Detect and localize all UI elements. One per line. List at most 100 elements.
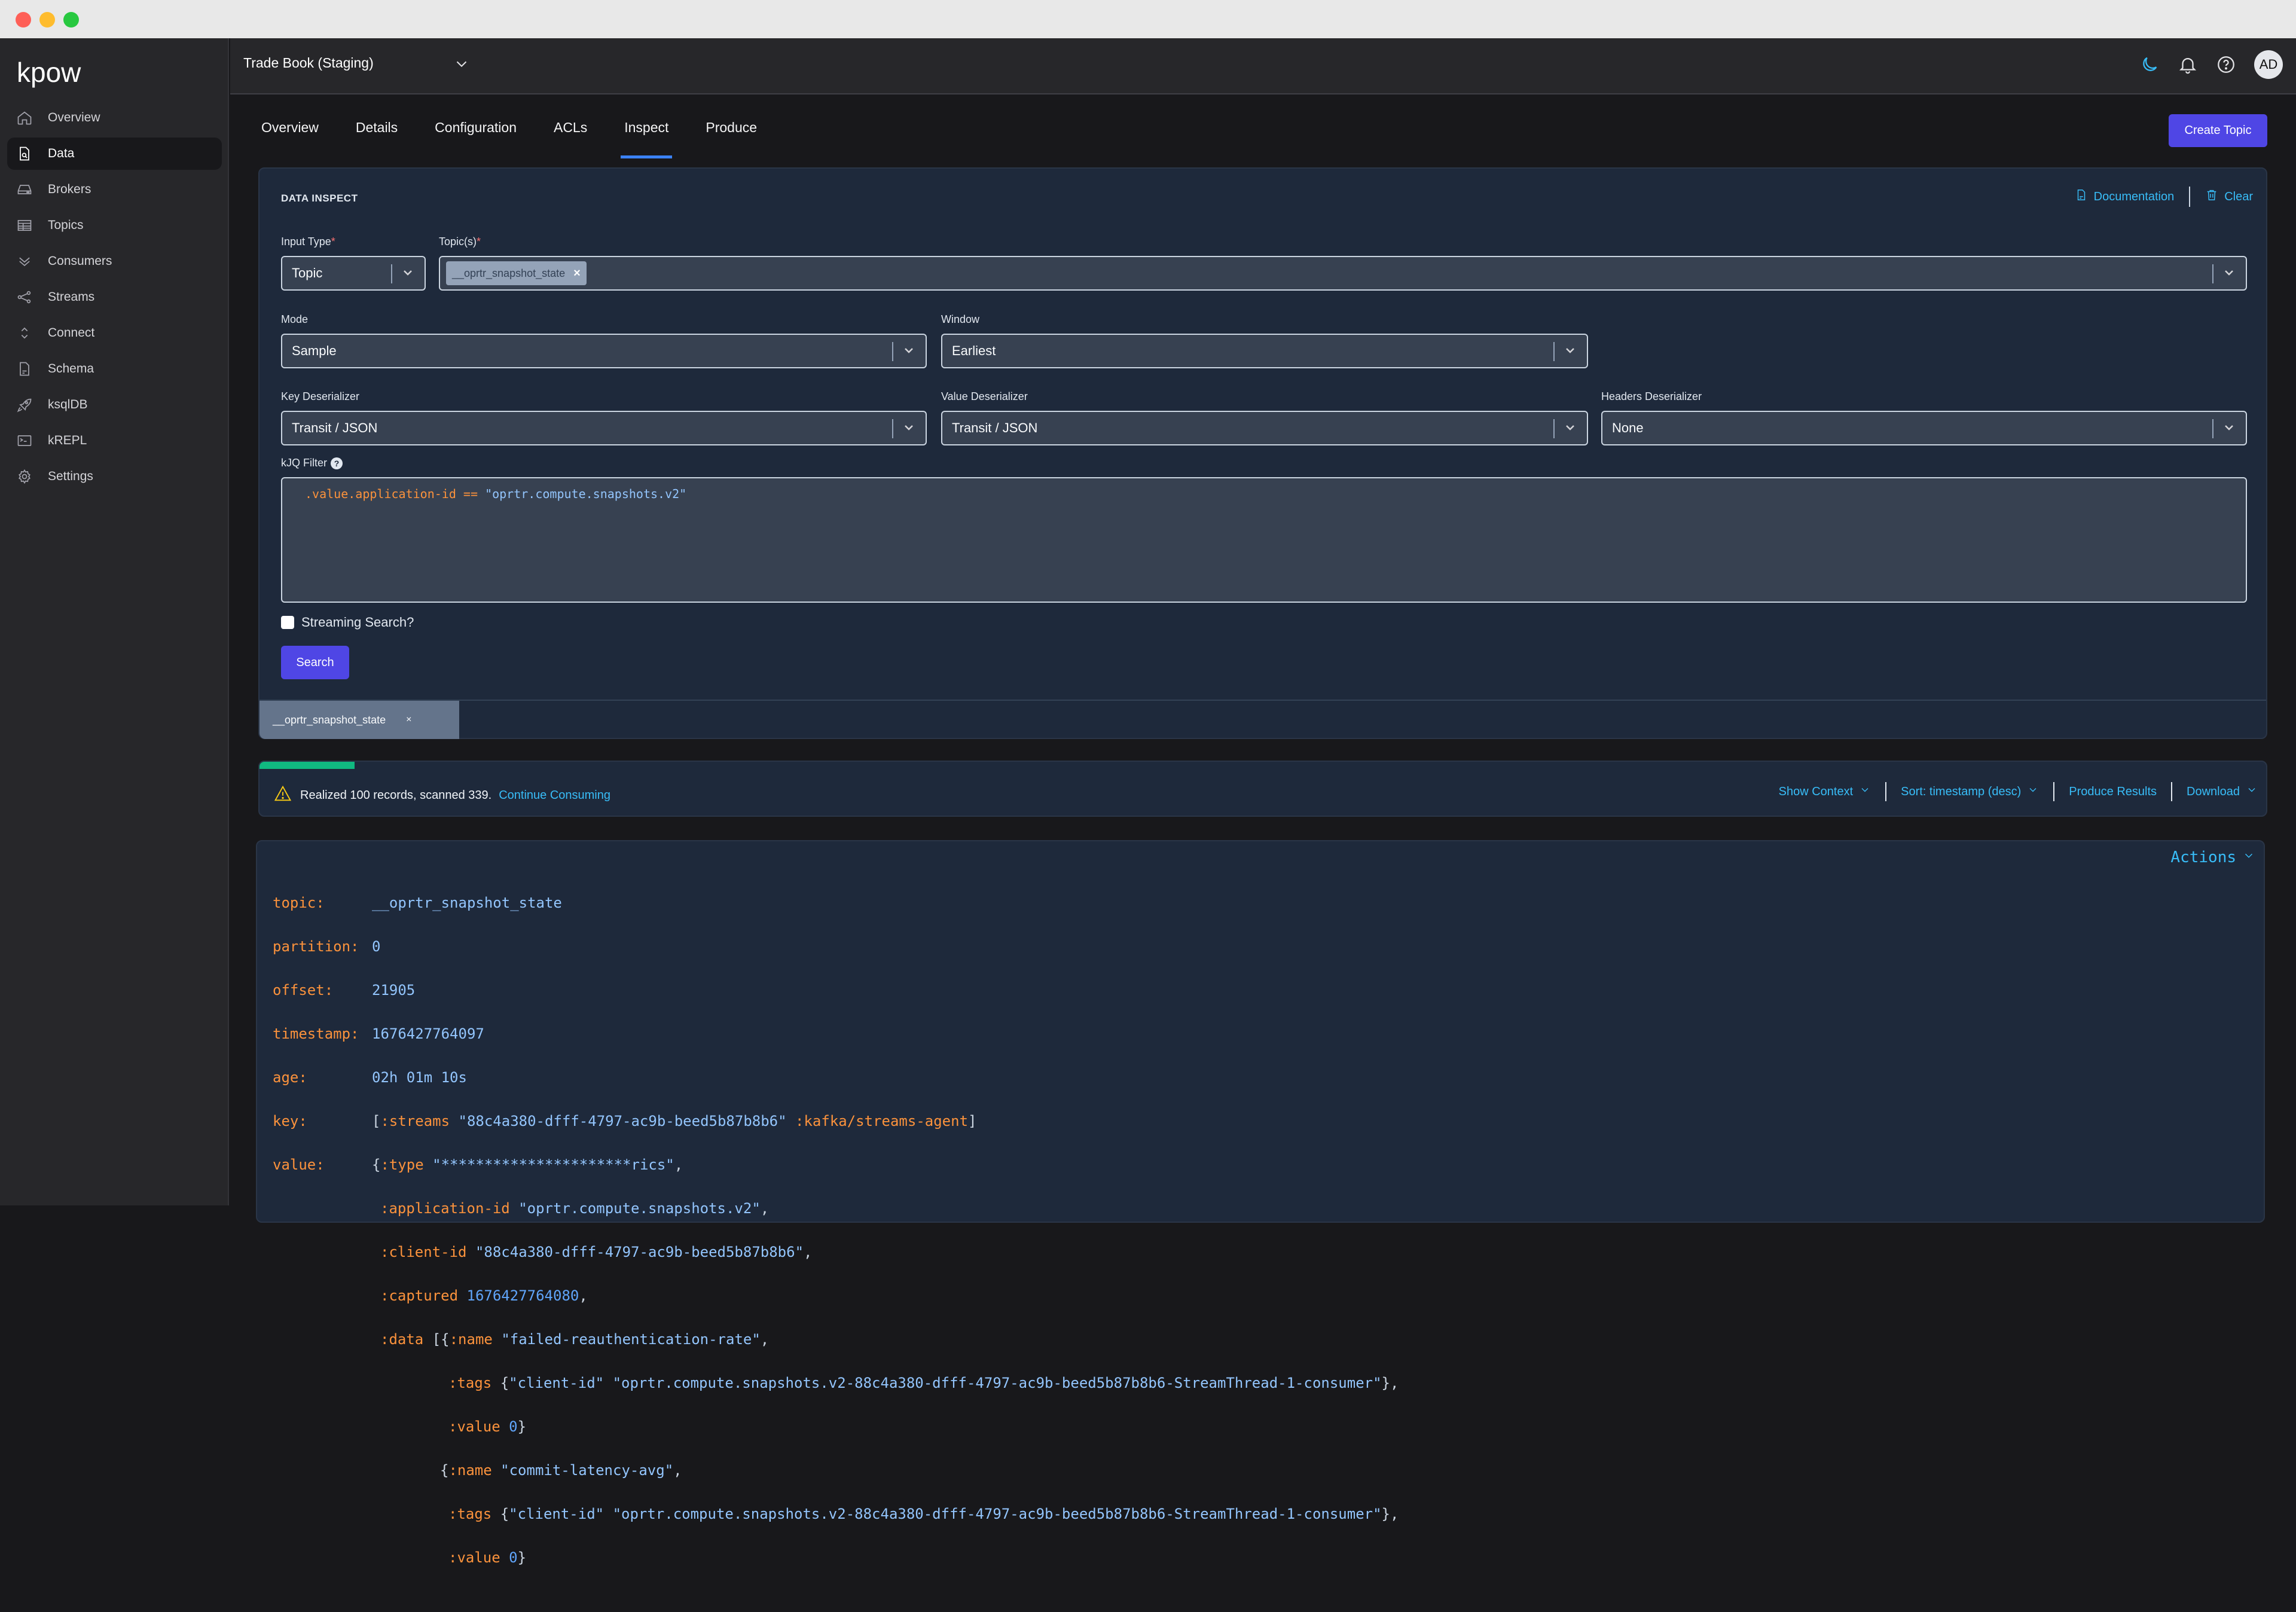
- kjq-filter-input[interactable]: .value.application-id == "oprtr.compute.…: [281, 477, 2247, 603]
- table-icon: [16, 216, 33, 234]
- bell-icon[interactable]: [2178, 54, 2198, 75]
- string: "failed-reauthentication-rate": [501, 1330, 761, 1348]
- kjq-path: .value.application-id: [305, 487, 456, 501]
- tab-configuration[interactable]: Configuration: [435, 120, 517, 158]
- chevron-down-icon[interactable]: [2222, 265, 2236, 280]
- streaming-search-option: Streaming Search?: [281, 615, 414, 630]
- keyword: :captured: [380, 1287, 459, 1304]
- chip-label: __oprtr_snapshot_state: [452, 267, 566, 279]
- field-key: offset:: [273, 981, 334, 999]
- divider: [2212, 419, 2213, 438]
- sidebar-item-connect[interactable]: Connect: [7, 317, 222, 349]
- cluster-selector[interactable]: Trade Book (Staging): [243, 55, 374, 71]
- divider: [892, 342, 893, 361]
- avatar[interactable]: AD: [2254, 50, 2283, 79]
- record-content: topic: __oprtr_snapshot_state partition: 0…: [273, 870, 1399, 1612]
- clear-button[interactable]: Clear: [2205, 188, 2253, 205]
- select-value: Sample: [292, 343, 337, 358]
- sidebar-item-label: Consumers: [48, 254, 112, 268]
- keyword: :tags: [448, 1374, 492, 1391]
- produce-results-button[interactable]: Produce Results: [2069, 785, 2157, 799]
- chip-remove-icon[interactable]: ×: [573, 267, 581, 280]
- trash-icon: [2205, 188, 2218, 205]
- field-value: 1676427764097: [372, 1025, 484, 1042]
- close-icon[interactable]: ×: [406, 715, 411, 725]
- sidebar-item-data[interactable]: Data: [7, 138, 222, 170]
- search-button[interactable]: Search: [281, 646, 349, 679]
- window-maximize-button[interactable]: [63, 12, 79, 28]
- sidebar-item-settings[interactable]: Settings: [7, 460, 222, 493]
- continue-consuming-link[interactable]: Continue Consuming: [499, 789, 610, 802]
- download-dropdown[interactable]: Download: [2187, 784, 2258, 799]
- sidebar-item-label: kREPL: [48, 433, 87, 447]
- value-deserializer-label: Value Deserializer: [941, 390, 1028, 402]
- document-icon: [16, 360, 33, 378]
- string: "88c4a380-dfff-4797-ac9b-beed5b87b8b6": [475, 1243, 804, 1260]
- sidebar-item-overview[interactable]: Overview: [7, 102, 222, 134]
- kpow-logo[interactable]: kpow: [17, 56, 81, 88]
- show-context-dropdown[interactable]: Show Context: [1779, 784, 1871, 799]
- sidebar-item-schema[interactable]: Schema: [7, 353, 222, 385]
- label-text: kJQ Filter: [281, 457, 328, 469]
- result-tab[interactable]: __oprtr_snapshot_state ×: [259, 701, 459, 739]
- chevron-down-icon: [2246, 784, 2258, 799]
- document-icon: [2075, 188, 2088, 205]
- actions-dropdown[interactable]: Actions: [2170, 848, 2255, 866]
- input-type-select[interactable]: Topic: [281, 256, 426, 291]
- tab-overview[interactable]: Overview: [261, 120, 319, 158]
- tab-details[interactable]: Details: [356, 120, 398, 158]
- help-icon[interactable]: ?: [331, 457, 343, 470]
- chevron-down-icon: [2222, 420, 2236, 435]
- window-close-button[interactable]: [16, 12, 31, 28]
- streaming-search-checkbox[interactable]: [281, 616, 294, 629]
- documentation-link[interactable]: Documentation: [2075, 188, 2174, 205]
- panel-title: DATA INSPECT: [281, 193, 358, 204]
- status-text: Realized 100 records, scanned 339.: [300, 788, 492, 802]
- sidebar-item-ksqldb[interactable]: ksqlDB: [7, 389, 222, 421]
- download-label: Download: [2187, 784, 2240, 798]
- keyword: :name: [449, 1330, 493, 1348]
- sidebar-item-brokers[interactable]: Brokers: [7, 173, 222, 206]
- record-line: :tags {"client-id" "oprtr.compute.snapsh…: [448, 1505, 1399, 1522]
- divider: [2053, 782, 2055, 801]
- required-mark: *: [331, 236, 335, 248]
- help-icon[interactable]: [2216, 54, 2236, 75]
- sidebar-item-krepl[interactable]: kREPL: [7, 425, 222, 457]
- headers-deserializer-select[interactable]: None: [1601, 411, 2247, 445]
- mode-select[interactable]: Sample: [281, 334, 927, 368]
- sidebar-item-consumers[interactable]: Consumers: [7, 245, 222, 277]
- keyword: :name: [448, 1461, 492, 1479]
- record-line-timestamp: timestamp: 1676427764097: [273, 1023, 1399, 1045]
- topic-chip: __oprtr_snapshot_state ×: [446, 261, 587, 285]
- chevron-up-down-icon: [16, 324, 33, 342]
- sidebar: kpow Overview Data Brokers Topics Consum…: [0, 38, 229, 1205]
- chevron-down-icon[interactable]: [453, 55, 471, 73]
- tab-inspect[interactable]: Inspect: [621, 120, 673, 158]
- keyword: :value: [448, 1549, 500, 1566]
- actions-label: Actions: [2170, 848, 2236, 866]
- tab-produce[interactable]: Produce: [706, 120, 757, 158]
- chevron-down-icon: [902, 420, 916, 435]
- tab-acls[interactable]: ACLs: [554, 120, 587, 158]
- terminal-icon: [16, 432, 33, 450]
- window-minimize-button[interactable]: [39, 12, 55, 28]
- divider: [1553, 342, 1555, 361]
- topics-multiselect[interactable]: __oprtr_snapshot_state ×: [439, 256, 2247, 291]
- punct: [: [372, 1112, 381, 1129]
- sidebar-item-streams[interactable]: Streams: [7, 281, 222, 313]
- key-deserializer-select[interactable]: Transit / JSON: [281, 411, 927, 445]
- window-select[interactable]: Earliest: [941, 334, 1588, 368]
- string: "client-id": [509, 1505, 604, 1522]
- field-value: 02h 01m 10s: [372, 1068, 467, 1086]
- sort-label: Sort: timestamp (desc): [1901, 784, 2022, 798]
- value-deserializer-select[interactable]: Transit / JSON: [941, 411, 1588, 445]
- mode-label: Mode: [281, 313, 309, 325]
- field-key: value:: [273, 1156, 325, 1173]
- sidebar-item-label: Data: [48, 146, 75, 160]
- sort-dropdown[interactable]: Sort: timestamp (desc): [1901, 784, 2039, 799]
- moon-icon[interactable]: [2139, 54, 2160, 75]
- result-tabs: __oprtr_snapshot_state ×: [259, 700, 2266, 739]
- sidebar-item-topics[interactable]: Topics: [7, 209, 222, 242]
- create-topic-button[interactable]: Create Topic: [2169, 114, 2267, 147]
- keyword: :data: [380, 1330, 424, 1348]
